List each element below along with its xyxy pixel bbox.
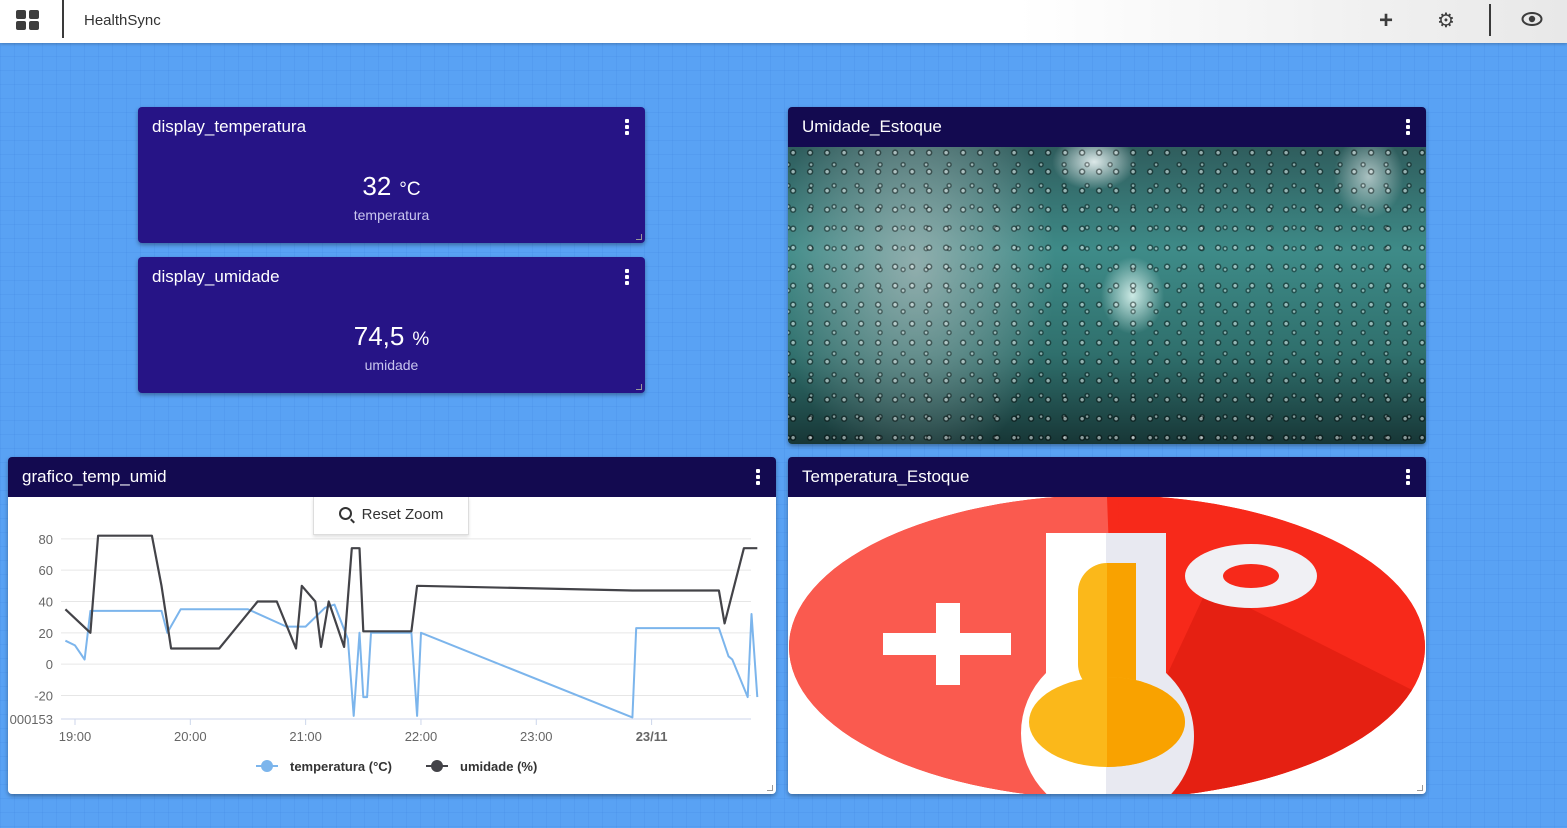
widget-menu-icon[interactable] [625,269,629,285]
display-temperatura-widget: display_temperatura 32 °C temperatura [138,107,645,243]
legend-symbol-marker [431,760,443,772]
thermometer-image [788,497,1426,794]
app-title: HealthSync [84,12,161,29]
rain-window-image [788,147,1426,444]
series-line-1 [64,534,758,650]
resize-handle[interactable] [767,785,773,791]
y-tick-label: 0 [46,657,53,672]
rain-drops [788,147,1426,444]
toolbar-divider-right [1489,4,1491,36]
x-tick-label: 23/11 [636,729,668,744]
resize-handle[interactable] [636,384,642,390]
eye-icon[interactable] [1521,8,1543,35]
gear-icon[interactable]: ⚙ [1437,9,1455,33]
widget-title: Temperatura_Estoque [788,457,1426,497]
resize-handle[interactable] [636,234,642,240]
humidity-value-row: 74,5% [138,321,645,352]
widget-title: grafico_temp_umid [8,457,776,497]
y-tick-label: 40 [39,595,53,610]
reset-zoom-label: Reset Zoom [361,506,444,523]
resize-handle[interactable] [1417,785,1423,791]
umidade-estoque-widget: Umidade_Estoque [788,107,1426,444]
dashboard-grid-icon[interactable] [16,10,40,31]
humidity-unit: % [412,329,430,350]
legend-label: umidade (%) [460,759,537,774]
x-tick-label: 23:00 [520,729,553,744]
y-tick-label: 80 [39,532,53,547]
temperatura-estoque-widget: Temperatura_Estoque [788,457,1426,794]
widget-menu-icon[interactable] [625,119,629,135]
x-tick-label: 19:00 [59,729,92,744]
legend-label: temperatura (°C) [290,759,392,774]
temperature-value: 32 [362,171,392,201]
widget-title: display_umidade [152,267,280,286]
temperature-unit: °C [399,179,421,200]
legend-symbol-marker [261,760,273,772]
search-icon [338,507,352,520]
x-tick-label: 21:00 [289,729,322,744]
line-chart[interactable]: 80 60 40 20 0 -20 000153 19:00 20:00 21:00 22:00 2… [8,497,776,794]
thermometer-plus-icon [789,497,1425,794]
widget-menu-icon[interactable] [1406,119,1410,135]
display-umidade-widget: display_umidade 74,5% umidade [138,257,645,393]
y-tick-label: 60 [39,563,53,578]
humidity-label: umidade [364,357,419,373]
y-tick-label: -20 [34,689,53,704]
widget-menu-icon[interactable] [1406,469,1410,485]
widget-menu-icon[interactable] [756,469,760,485]
y-tick-label: 000153 [10,712,53,727]
y-tick-label: 20 [39,626,53,641]
toolbar-divider [62,0,64,38]
chart-area: 80 60 40 20 0 -20 000153 19:00 20:00 21:00 22:00 2… [8,497,776,794]
top-bar: HealthSync + ⚙ [0,0,1567,43]
x-tick-label: 20:00 [174,729,207,744]
temperature-value-row: 32 °C [138,171,645,202]
humidity-value: 74,5 [353,321,405,351]
x-tick-label: 22:00 [405,729,438,744]
plus-icon[interactable]: + [1379,9,1393,33]
temperature-label: temperatura [353,207,430,223]
reset-zoom-button[interactable]: Reset Zoom [313,497,469,535]
series-line-0 [64,603,759,719]
grafico-temp-umid-widget: grafico_temp_umid 80 60 40 20 0 -20 000153 19:… [8,457,776,794]
widget-title: Umidade_Estoque [788,107,1426,147]
widget-title: display_temperatura [152,117,307,136]
